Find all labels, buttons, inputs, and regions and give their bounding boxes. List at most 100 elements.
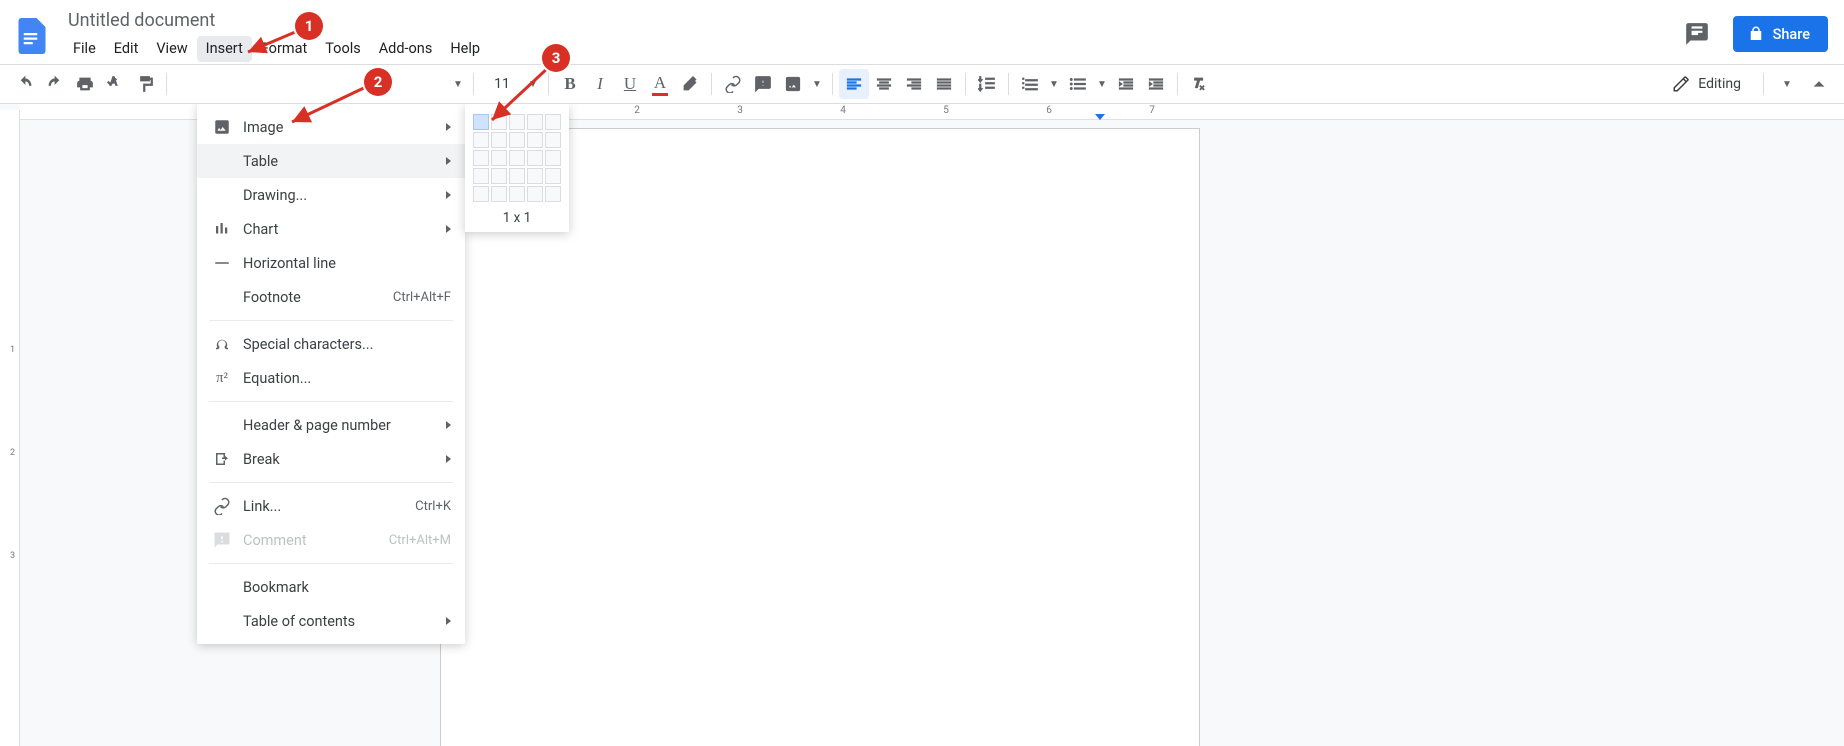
italic-button[interactable]: I [585, 69, 615, 99]
highlight-button[interactable] [675, 69, 705, 99]
submenu-arrow-icon [446, 617, 451, 625]
submenu-arrow-icon [446, 455, 451, 463]
toolbar: ▼ 11 ▼ B I U A ▼ ▼ ▼ Editing ▼ [0, 64, 1844, 104]
outdent-button[interactable] [1111, 69, 1141, 99]
table-size-label: 1 x 1 [465, 210, 569, 226]
line-spacing-button[interactable] [972, 69, 1002, 99]
table-size-picker[interactable]: 1 x 1 [465, 104, 569, 232]
docs-logo[interactable] [12, 16, 52, 56]
grid-cell[interactable] [509, 168, 525, 184]
grid-cell[interactable] [545, 150, 561, 166]
annotation-2: 2 [364, 68, 392, 96]
insert-header-item[interactable]: Header & page number [197, 408, 465, 442]
insert-image-button[interactable] [778, 69, 808, 99]
grid-cell[interactable] [545, 132, 561, 148]
share-button[interactable]: Share [1733, 16, 1828, 52]
clear-formatting-button[interactable] [1184, 69, 1214, 99]
annotation-1: 1 [295, 12, 323, 40]
open-comments-button[interactable] [1677, 14, 1717, 54]
align-right-button[interactable] [899, 69, 929, 99]
grid-cell[interactable] [491, 186, 507, 202]
grid-cell[interactable] [509, 114, 525, 130]
font-size-dropdown[interactable]: ▼ [524, 79, 542, 90]
grid-cell[interactable] [473, 132, 489, 148]
spellcheck-button[interactable] [100, 69, 130, 99]
undo-button[interactable] [10, 69, 40, 99]
redo-button[interactable] [40, 69, 70, 99]
insert-comment-button[interactable] [748, 69, 778, 99]
insert-chart-item[interactable]: Chart [197, 212, 465, 246]
grid-cell[interactable] [545, 168, 561, 184]
vertical-ruler[interactable]: 1 2 3 [0, 110, 20, 746]
text-color-button[interactable]: A [645, 69, 675, 99]
menu-view[interactable]: View [147, 36, 196, 62]
submenu-arrow-icon [446, 225, 451, 233]
numbered-list-button[interactable] [1015, 69, 1045, 99]
grid-cell[interactable] [527, 186, 543, 202]
insert-link-button[interactable] [718, 69, 748, 99]
paint-format-button[interactable] [130, 69, 160, 99]
insert-break-item[interactable]: Break [197, 442, 465, 476]
insert-hr-item[interactable]: Horizontal line [197, 246, 465, 280]
grid-cell[interactable] [491, 132, 507, 148]
print-button[interactable] [70, 69, 100, 99]
align-center-button[interactable] [869, 69, 899, 99]
menu-tools[interactable]: Tools [316, 36, 370, 62]
bold-button[interactable]: B [555, 69, 585, 99]
submenu-arrow-icon [446, 123, 451, 131]
title-bar: Untitled document File Edit View Insert … [0, 0, 1844, 64]
align-justify-button[interactable] [929, 69, 959, 99]
grid-cell[interactable] [473, 186, 489, 202]
menu-insert[interactable]: Insert [197, 36, 252, 62]
insert-special-item[interactable]: Special characters... [197, 327, 465, 361]
grid-cell[interactable] [491, 114, 507, 130]
align-left-button[interactable] [839, 69, 869, 99]
grid-cell[interactable] [473, 114, 489, 130]
font-size-input[interactable]: 11 [480, 74, 524, 94]
grid-cell[interactable] [473, 168, 489, 184]
bulleted-list-button[interactable] [1063, 69, 1093, 99]
grid-cell[interactable] [491, 168, 507, 184]
insert-link-item[interactable]: Link... Ctrl+K [197, 489, 465, 523]
mode-label: Editing [1698, 76, 1741, 92]
bulleted-list-dropdown[interactable]: ▼ [1093, 79, 1111, 90]
grid-cell[interactable] [527, 150, 543, 166]
submenu-arrow-icon [446, 191, 451, 199]
insert-bookmark-item[interactable]: Bookmark [197, 570, 465, 604]
hide-menus-button[interactable] [1804, 69, 1834, 99]
underline-button[interactable]: U [615, 69, 645, 99]
grid-cell[interactable] [473, 150, 489, 166]
grid-cell[interactable] [527, 132, 543, 148]
document-title[interactable]: Untitled document [64, 10, 489, 32]
grid-cell[interactable] [527, 168, 543, 184]
share-label: Share [1773, 26, 1810, 43]
numbered-list-dropdown[interactable]: ▼ [1045, 79, 1063, 90]
menu-addons[interactable]: Add-ons [370, 36, 442, 62]
mode-dropdown[interactable]: ▼ [1778, 79, 1796, 90]
insert-toc-item[interactable]: Table of contents [197, 604, 465, 638]
style-dropdown[interactable]: ▼ [449, 79, 467, 90]
right-margin-marker[interactable] [1095, 114, 1105, 120]
indent-button[interactable] [1141, 69, 1171, 99]
insert-table-item[interactable]: Table [197, 144, 465, 178]
insert-footnote-item[interactable]: Footnote Ctrl+Alt+F [197, 280, 465, 314]
grid-cell[interactable] [527, 114, 543, 130]
insert-drawing-item[interactable]: Drawing... [197, 178, 465, 212]
image-dropdown[interactable]: ▼ [808, 79, 826, 90]
link-icon [211, 497, 233, 515]
grid-cell[interactable] [509, 186, 525, 202]
break-icon [211, 450, 233, 468]
grid-cell[interactable] [545, 186, 561, 202]
grid-cell[interactable] [491, 150, 507, 166]
insert-image-item[interactable]: Image [197, 110, 465, 144]
menu-help[interactable]: Help [441, 36, 489, 62]
table-grid[interactable] [473, 114, 561, 202]
grid-cell[interactable] [509, 150, 525, 166]
insert-menu: Image Table Drawing... Chart Horizontal … [197, 104, 465, 644]
menu-edit[interactable]: Edit [105, 36, 148, 62]
mode-button[interactable]: Editing [1664, 71, 1749, 97]
menu-file[interactable]: File [64, 36, 105, 62]
grid-cell[interactable] [509, 132, 525, 148]
insert-equation-item[interactable]: π² Equation... [197, 361, 465, 395]
grid-cell[interactable] [545, 114, 561, 130]
